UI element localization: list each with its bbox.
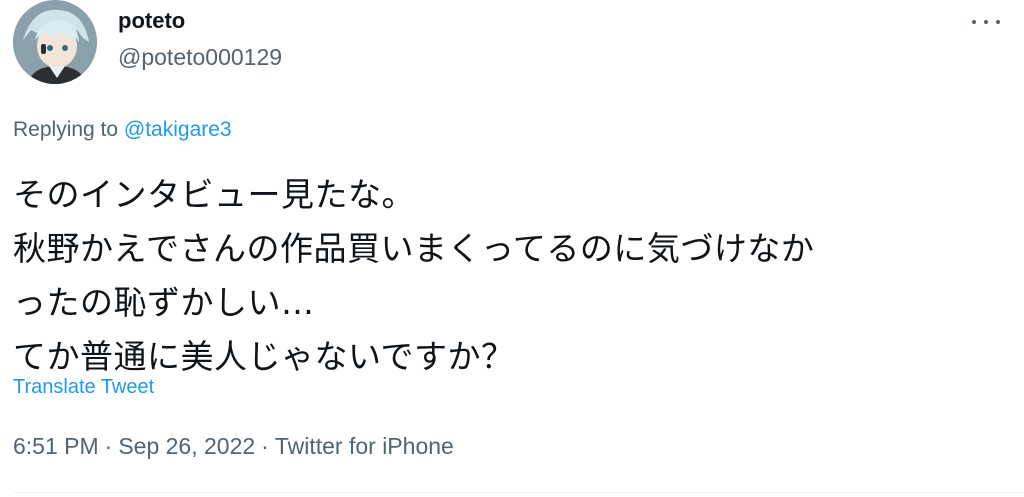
tweet-text-line: ったの恥ずかしい… xyxy=(13,283,315,322)
more-horizontal-icon-dot xyxy=(984,20,988,24)
reply-mention-link[interactable]: @takigare3 xyxy=(124,118,232,141)
tweet-text: そのインタビュー見たな。 秋野かえでさんの作品買いまくってるのに気づけなか った… xyxy=(13,168,1003,384)
tweet-text-line: 秋野かえでさんの作品買いまくってるのに気づけなか xyxy=(13,229,815,268)
tweet-card: poteto @poteto000129 Replying to @takiga… xyxy=(0,0,1024,497)
tweet-text-line: てか普通に美人じゃないですか？ xyxy=(13,337,515,376)
translate-tweet-link[interactable]: Translate Tweet xyxy=(13,376,154,399)
author-display-name[interactable]: poteto xyxy=(118,8,185,34)
tweet-meta: 6:51 PM · Sep 26, 2022 · Twitter for iPhone xyxy=(13,433,454,460)
meta-separator: · xyxy=(261,433,269,459)
more-horizontal-icon-dot xyxy=(996,20,1000,24)
tweet-source[interactable]: Twitter for iPhone xyxy=(275,433,454,459)
reply-prefix: Replying to xyxy=(13,118,119,141)
more-options-button[interactable] xyxy=(972,14,1000,30)
tweet-date[interactable]: Sep 26, 2022 xyxy=(118,433,255,459)
avatar-image xyxy=(13,0,97,84)
divider xyxy=(13,492,1024,493)
reply-context: Replying to @takigare3 xyxy=(13,118,232,142)
more-horizontal-icon xyxy=(972,20,976,24)
tweet-time[interactable]: 6:51 PM xyxy=(13,433,99,459)
meta-separator: · xyxy=(104,433,113,459)
tweet-text-line: そのインタビュー見たな。 xyxy=(13,175,415,214)
avatar[interactable] xyxy=(13,0,97,84)
author-handle[interactable]: @poteto000129 xyxy=(118,44,282,71)
